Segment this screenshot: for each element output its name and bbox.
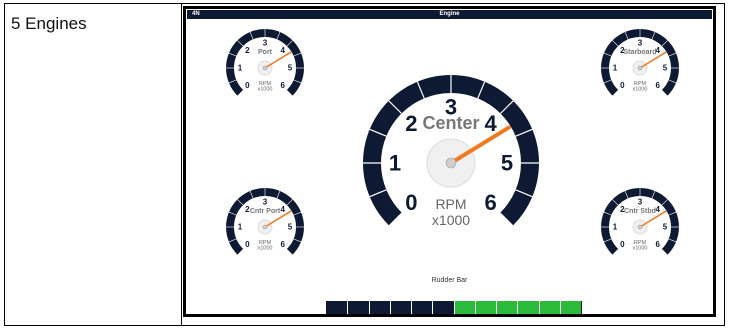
gauge-tick-label: 4 [655, 205, 660, 214]
gauge-tick-label: 0 [620, 240, 625, 249]
gauge-tick-label: 5 [501, 151, 513, 176]
gauge-name: Port [258, 49, 273, 56]
gauge-unit-multiplier: x1000 [258, 87, 273, 93]
gauge-needle-cap [637, 224, 643, 230]
gauge-tick-label: 5 [288, 223, 293, 232]
rudder-bar-segment [327, 301, 349, 314]
gauge-center: 0123456CenterRPMx1000 [363, 75, 539, 228]
engine-screen: 4N Engine 0 1 2 3 4 5 6 Port RPM x1000 0 1 2 3 4 5 6 Sta… [183, 6, 716, 317]
rudder-bar-segment [369, 301, 391, 314]
gauge-unit-multiplier: x1000 [258, 246, 273, 252]
gauge-tick-label: 3 [638, 198, 643, 207]
gauge-tick-label: 0 [620, 81, 625, 90]
gauge-needle-cap [445, 157, 457, 169]
gauge-tick-label: 0 [245, 240, 250, 249]
gauge-tick-label: 6 [655, 240, 660, 249]
gauge-tick-label: 1 [613, 223, 618, 232]
title-bar: 4N Engine [187, 10, 712, 19]
gauge-tick-label: 4 [280, 205, 285, 214]
rudder-bar-segment [475, 301, 497, 314]
gauge-tick-label: 5 [663, 223, 668, 232]
gauge-tick-label: 1 [238, 64, 243, 73]
gauge-tick-label: 2 [245, 46, 250, 55]
rudder-bar-segment [412, 301, 434, 314]
gauge-unit-multiplier: x1000 [633, 246, 648, 252]
gauge-tick-label: 3 [263, 198, 268, 207]
gauge-tick-label: 0 [405, 190, 417, 215]
rudder-bar [326, 301, 582, 314]
gauge-starboard: 0123456StarboardRPMx1000 [601, 29, 679, 96]
rudder-bar-segment [454, 301, 476, 314]
gauge-name: Cntr Stbd [624, 208, 656, 215]
gauge-tick-label: 6 [484, 190, 496, 215]
gauge-unit-multiplier: x1000 [432, 212, 470, 228]
gauge-tick-label: 4 [484, 111, 497, 136]
rudder-bar-segment [518, 301, 540, 314]
gauge-tick-label: 5 [288, 64, 293, 73]
gauge-tick-label: 6 [280, 81, 285, 90]
rudder-bar-segment [560, 301, 581, 314]
gauge-tick-label: 6 [655, 81, 660, 90]
gauge-needle-cap [262, 224, 268, 230]
column-divider [181, 4, 182, 325]
gauge-unit-multiplier: x1000 [633, 87, 648, 93]
gauge-port: 0123456PortRPMx1000 [226, 29, 304, 96]
rudder-bar-segment [497, 301, 519, 314]
title-center: Engine [439, 11, 460, 17]
gauge-tick-label: 1 [613, 64, 618, 73]
gauge-cntr-port: 0123456Cntr PortRPMx1000 [226, 188, 304, 255]
gauge-tick-label: 1 [389, 151, 401, 176]
gauge-tick-label: 3 [263, 39, 268, 48]
rudder-bar-segment [390, 301, 412, 314]
gauge-needle-cap [262, 65, 268, 71]
gauge-tick-label: 2 [405, 111, 417, 136]
rudder-bar-segment [348, 301, 370, 314]
gauge-tick-label: 5 [663, 64, 668, 73]
gauge-tick-label: 3 [638, 39, 643, 48]
gauge-name: Center [422, 113, 479, 133]
gauge-tick-label: 0 [245, 81, 250, 90]
rudder-bar-segment [539, 301, 561, 314]
gauge-name: Starboard [623, 49, 656, 56]
gauge-name: Cntr Port [250, 208, 281, 215]
gauge-tick-label: 4 [280, 46, 285, 55]
gauge-unit: RPM [435, 196, 466, 212]
rudder-bar-segment [433, 301, 455, 314]
rudder-bar-label: Rudder Bar [431, 277, 468, 284]
gauge-tick-label: 6 [280, 240, 285, 249]
gauge-cntr-stbd: 0123456Cntr StbdRPMx1000 [601, 188, 679, 255]
gauge-tick-label: 1 [238, 223, 243, 232]
row-label: 5 Engines [11, 14, 87, 33]
gauge-needle-cap [637, 65, 643, 71]
